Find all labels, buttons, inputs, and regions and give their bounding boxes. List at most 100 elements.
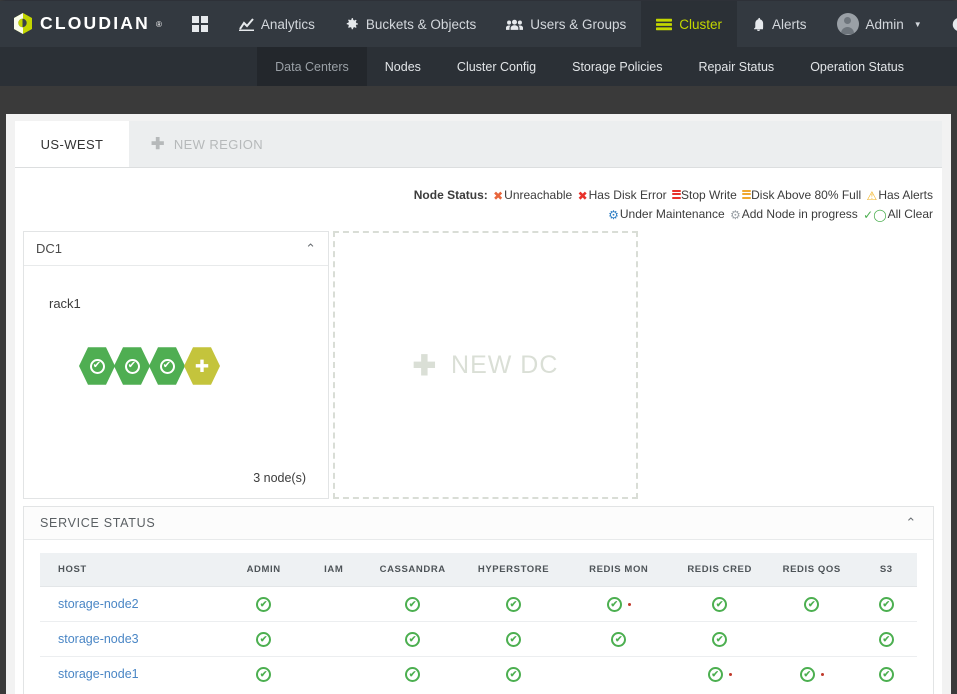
bell-icon xyxy=(752,17,765,31)
page-content: US-WEST ✚ NEW REGION Node Status: ✖Unrea… xyxy=(6,114,951,694)
new-region-label: NEW REGION xyxy=(173,136,264,152)
service-status-cell: ✔ xyxy=(224,586,304,622)
node-hexagon[interactable]: ✔ xyxy=(79,347,115,385)
status-ok-icon: ✔ xyxy=(707,667,723,682)
col-redis-cred: REDIS CRED xyxy=(671,553,768,587)
service-status-cell: ✔ xyxy=(767,586,856,622)
status-ok-icon: ✔ xyxy=(799,667,815,682)
host-link[interactable]: storage-node1 xyxy=(40,657,224,692)
subnav-label-repair-status: Repair Status xyxy=(698,59,775,74)
region-tab-bar: US-WEST ✚ NEW REGION xyxy=(15,121,942,168)
question-icon: ? xyxy=(952,17,957,32)
chevron-up-icon[interactable]: ⌃ xyxy=(905,515,917,531)
service-status-cell: ✔ xyxy=(224,657,303,692)
legend-item-stop-write: Stop Write xyxy=(671,188,737,202)
service-status-table: HOST ADMIN IAM CASSANDRA HYPERSTORE REDI… xyxy=(40,553,917,691)
service-status-cell: ✔ xyxy=(566,586,672,622)
region-tab-us-west[interactable]: US-WEST xyxy=(15,121,129,167)
status-ok-icon: ✔ xyxy=(878,667,894,682)
stop-write-icon xyxy=(671,189,681,201)
nav-item-admin-menu[interactable]: Admin ▼ xyxy=(822,1,937,47)
check-icon: ✔ xyxy=(159,358,175,374)
nav-item-analytics[interactable]: Analytics xyxy=(224,1,330,47)
nav-item-cluster[interactable]: Cluster xyxy=(641,1,737,47)
subnav-item-operation-status[interactable]: Operation Status xyxy=(792,47,922,86)
status-ok-icon: ✔ xyxy=(506,632,522,647)
legend-label-unreachable: Unreachable xyxy=(504,188,573,202)
service-status-cell: ✔ xyxy=(855,586,917,622)
col-cassandra: CASSANDRA xyxy=(364,553,461,587)
maintenance-gear-icon: ⚙ xyxy=(608,208,619,222)
sub-navigation-bar: Data Centers Nodes Cluster Config Storag… xyxy=(0,47,957,86)
service-status-body: HOST ADMIN IAM CASSANDRA HYPERSTORE REDI… xyxy=(24,540,933,694)
subnav-item-storage-policies[interactable]: Storage Policies xyxy=(554,47,680,86)
service-status-cell: ✔ xyxy=(224,621,304,657)
service-status-cell: ✔ xyxy=(364,586,461,622)
subnav-item-repair-status[interactable]: Repair Status xyxy=(680,47,792,86)
status-ok-icon: ✔ xyxy=(405,597,421,612)
legend-item-disk-full: Disk Above 80% Full xyxy=(742,188,861,202)
service-status-cell xyxy=(303,621,365,657)
status-ok-icon: ✔ xyxy=(506,597,522,612)
service-status-header[interactable]: SERVICE STATUS ⌃ xyxy=(24,507,933,540)
node-hexagon[interactable]: ✔ xyxy=(114,347,150,385)
subnav-item-cluster-config[interactable]: Cluster Config xyxy=(439,47,554,86)
legend-label-has-alerts: Has Alerts xyxy=(878,188,933,202)
service-status-cell: ✔ xyxy=(461,657,566,692)
service-status-cell: ✔ xyxy=(460,586,567,622)
col-s3: S3 xyxy=(855,553,917,587)
status-ok-icon: ✔ xyxy=(878,597,894,612)
status-ok-icon: ✔ xyxy=(405,632,421,647)
disk-error-icon: ✖ xyxy=(577,189,588,203)
status-ok-icon: ✔ xyxy=(256,597,272,612)
table-row: storage-node2 ✔ ✔ ✔ ✔ ✔ ✔ ✔ xyxy=(40,586,917,622)
node-hexagon[interactable]: ✔ xyxy=(149,347,185,385)
new-datacenter-button[interactable]: ✚ NEW DC xyxy=(333,231,638,499)
subnav-label-nodes: Nodes xyxy=(384,59,421,74)
chevron-down-icon: ▼ xyxy=(913,19,922,29)
status-ok-icon: ✔ xyxy=(256,667,272,682)
nav-item-help[interactable]: ? Help xyxy=(937,1,957,47)
nav-item-dashboard-grid[interactable] xyxy=(176,1,224,47)
new-region-button[interactable]: ✚ NEW REGION xyxy=(129,121,285,167)
alert-marker-icon xyxy=(627,603,631,606)
datacenter-card-body: rack1 ✔ ✔ ✔ ✚ 3 node(s) xyxy=(24,266,328,498)
app-window: CLOUDIAN ® Analytics Buckets & Objects U… xyxy=(0,0,957,694)
status-ok-icon: ✔ xyxy=(606,597,622,612)
chevron-up-icon[interactable]: ⌃ xyxy=(305,241,316,257)
nav-item-users-groups[interactable]: Users & Groups xyxy=(491,1,641,47)
subnav-item-data-centers[interactable]: Data Centers xyxy=(257,47,367,86)
subnav-label-cluster-config: Cluster Config xyxy=(456,59,537,74)
service-status-cell: ✔ xyxy=(566,621,672,657)
nav-item-alerts[interactable]: Alerts xyxy=(737,1,822,47)
status-ok-icon: ✔ xyxy=(712,597,728,612)
check-icon: ✔ xyxy=(89,358,105,374)
plus-icon: ✚ xyxy=(412,349,438,381)
add-node-hexagon[interactable]: ✚ xyxy=(184,347,220,385)
status-ok-icon: ✔ xyxy=(712,632,728,647)
legend-line-1: Node Status: ✖Unreachable ✖Has Disk Erro… xyxy=(414,186,933,205)
check-icon: ✔ xyxy=(124,358,140,374)
gear-icon xyxy=(345,17,359,31)
datacenter-card-header[interactable]: DC1 ⌃ xyxy=(24,232,328,266)
nav-item-buckets-objects[interactable]: Buckets & Objects xyxy=(330,1,491,47)
cloudian-logo[interactable]: CLOUDIAN ® xyxy=(0,1,176,47)
rack-label: rack1 xyxy=(49,296,81,311)
service-status-panel: SERVICE STATUS ⌃ HOST ADMIN IAM CASSANDR… xyxy=(23,506,934,694)
service-status-cell: ✔ xyxy=(671,657,767,692)
service-status-cell xyxy=(566,657,671,692)
host-link[interactable]: storage-node3 xyxy=(40,621,225,657)
service-status-cell: ✔ xyxy=(768,657,856,692)
status-ok-icon: ✔ xyxy=(878,632,894,647)
service-status-cell xyxy=(303,657,364,692)
alert-marker-icon xyxy=(820,673,824,676)
legend-label-disk-full: Disk Above 80% Full xyxy=(751,188,862,202)
service-status-cell: ✔ xyxy=(364,621,461,657)
service-status-cell: ✔ xyxy=(856,657,917,692)
host-link[interactable]: storage-node2 xyxy=(40,586,225,622)
status-ok-icon: ✔ xyxy=(506,667,522,682)
subnav-item-nodes[interactable]: Nodes xyxy=(367,47,439,86)
all-clear-icon: ✓◯ xyxy=(863,208,887,222)
service-status-title: SERVICE STATUS xyxy=(40,516,156,530)
legend-item-all-clear: ✓◯All Clear xyxy=(863,207,933,222)
